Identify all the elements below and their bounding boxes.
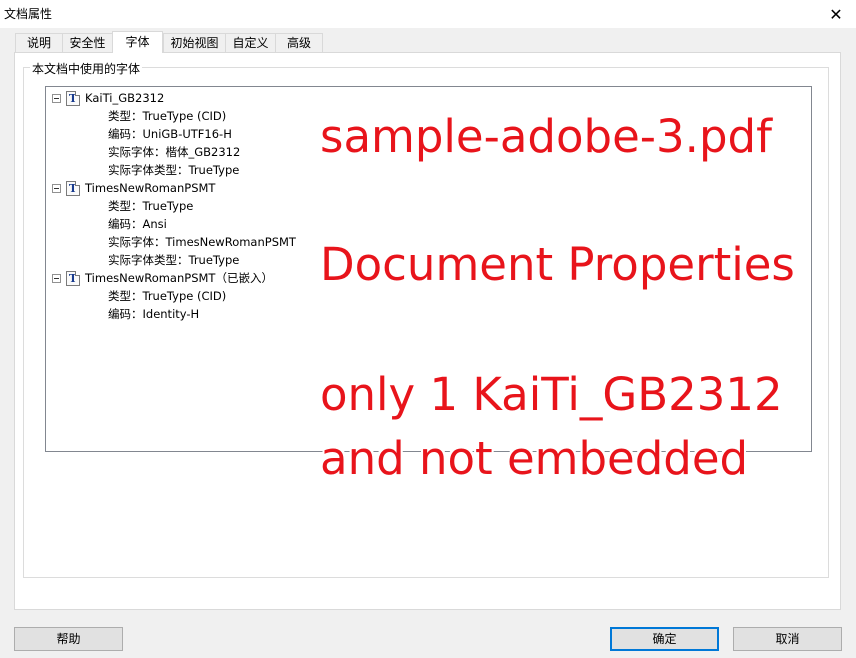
ok-button[interactable]: 确定: [610, 627, 719, 651]
cancel-button[interactable]: 取消: [733, 627, 842, 651]
tab-fonts[interactable]: 字体: [112, 31, 163, 53]
tab-initial-view[interactable]: 初始视图: [163, 33, 226, 52]
font-property: 实际字体：TimesNewRomanPSMT: [108, 235, 296, 249]
close-icon: ✕: [829, 4, 843, 24]
annotation-line-1: sample-adobe-3.pdf: [320, 110, 772, 163]
help-button[interactable]: 帮助: [14, 627, 123, 651]
font-property: 实际字体：楷体_GB2312: [108, 145, 241, 159]
close-button[interactable]: ✕: [816, 0, 856, 28]
tab-description[interactable]: 说明: [15, 33, 63, 52]
font-property: 类型：TrueType (CID): [108, 109, 227, 123]
tab-advanced[interactable]: 高级: [275, 33, 323, 52]
font-property: 类型：TrueType (CID): [108, 289, 227, 303]
font-name: KaiTi_GB2312: [85, 91, 165, 105]
font-name: TimesNewRomanPSMT: [85, 181, 216, 195]
font-property: 编码：Ansi: [108, 217, 167, 231]
font-property: 实际字体类型：TrueType: [108, 163, 240, 177]
groupbox-legend: 本文档中使用的字体: [30, 60, 143, 77]
annotation-line-3: only 1 KaiTi_GB2312: [320, 368, 783, 421]
font-property: 编码：Identity-H: [108, 307, 200, 321]
collapse-icon[interactable]: [52, 183, 61, 193]
title-bar: 文档属性 ✕: [0, 0, 856, 28]
font-name: TimesNewRomanPSMT（已嵌入）: [85, 271, 273, 285]
font-property: 实际字体类型：TrueType: [108, 253, 240, 267]
truetype-font-icon: T: [66, 90, 80, 106]
font-property: 类型：TrueType: [108, 199, 194, 213]
truetype-font-icon: T: [66, 270, 80, 286]
collapse-icon[interactable]: [52, 93, 61, 103]
truetype-font-icon: T: [66, 180, 80, 196]
collapse-icon[interactable]: [52, 273, 61, 283]
tree-node-font[interactable]: T TimesNewRomanPSMT（已嵌入）: [52, 269, 273, 287]
window-title: 文档属性: [4, 7, 53, 21]
tab-custom[interactable]: 自定义: [225, 33, 276, 52]
tree-node-font[interactable]: T KaiTi_GB2312: [52, 89, 164, 107]
tab-security[interactable]: 安全性: [62, 33, 113, 52]
annotation-line-2: Document Properties: [320, 238, 795, 291]
font-property: 编码：UniGB-UTF16-H: [108, 127, 232, 141]
tree-node-font[interactable]: T TimesNewRomanPSMT: [52, 179, 215, 197]
annotation-line-4: and not embedded: [320, 432, 749, 485]
